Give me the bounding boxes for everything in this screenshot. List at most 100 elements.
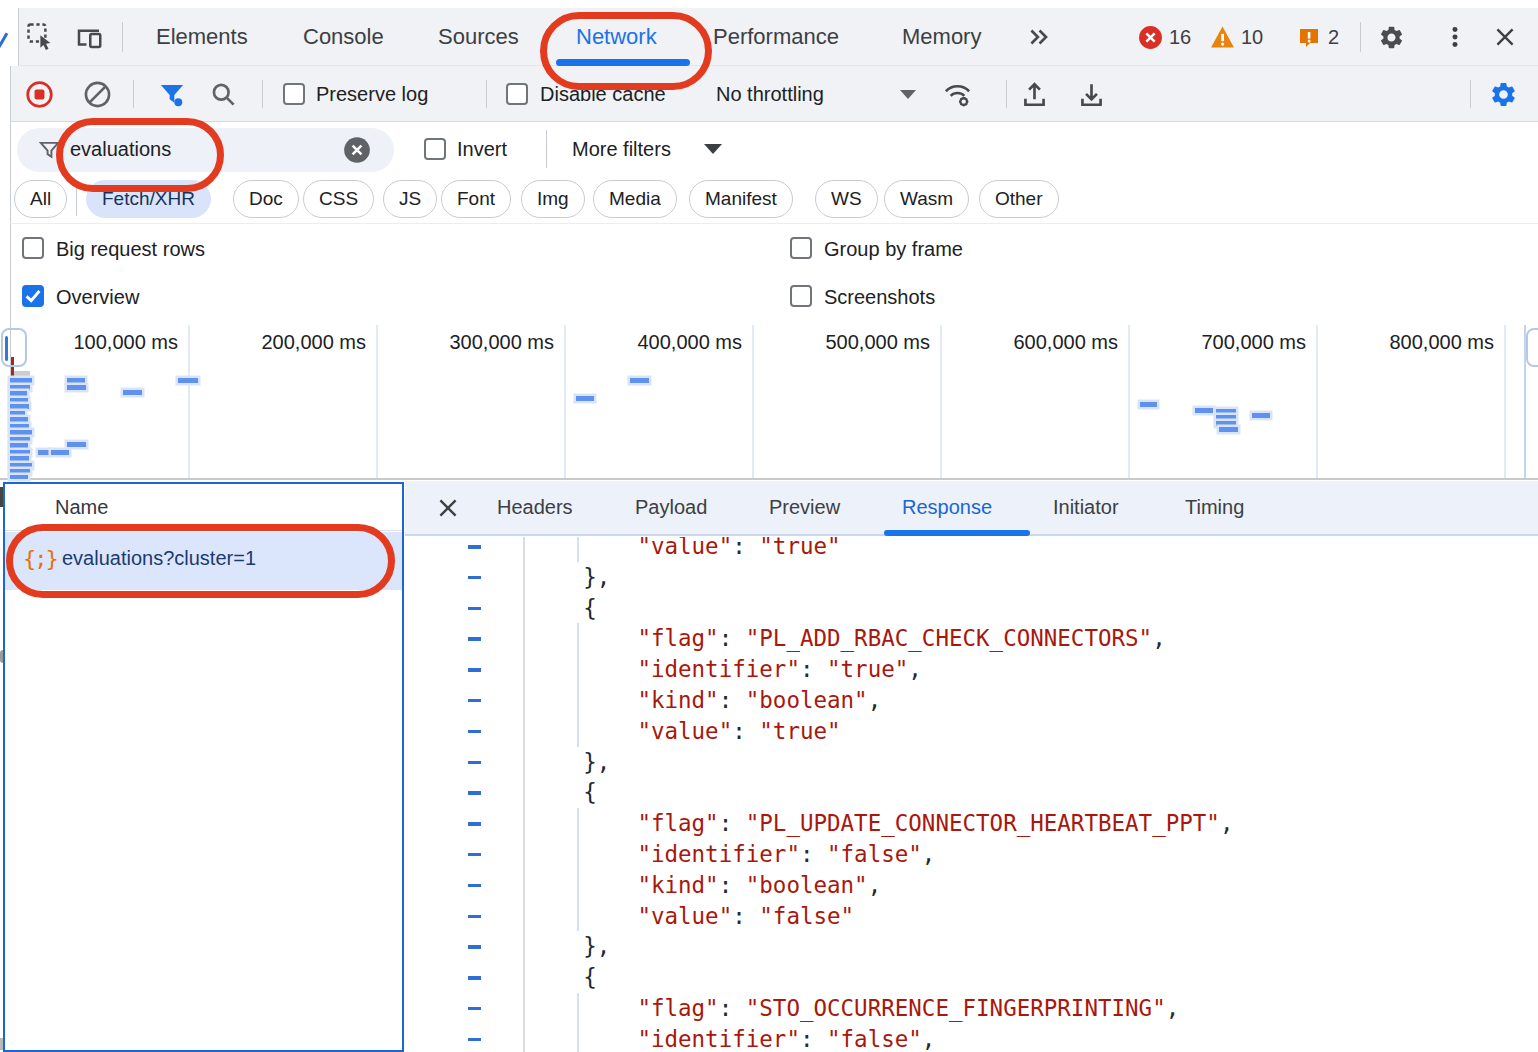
more-filters-button[interactable]: More filters: [572, 138, 671, 161]
warning-badge-icon[interactable]: [1210, 25, 1235, 50]
chip-js[interactable]: JS: [383, 180, 437, 218]
timeline-bar: [10, 385, 30, 390]
timeline-bar: [1140, 402, 1157, 407]
screenshots-checkbox[interactable]: [790, 285, 812, 307]
clear-network-log-icon[interactable]: [84, 81, 111, 108]
timeline-bar: [10, 463, 32, 468]
fold-marker-icon[interactable]: [468, 607, 481, 611]
tab-timing[interactable]: Timing: [1185, 481, 1244, 534]
chip-font[interactable]: Font: [441, 180, 511, 218]
device-toolbar-icon[interactable]: [74, 22, 104, 52]
fold-marker-icon[interactable]: [468, 915, 481, 919]
fold-marker-icon[interactable]: [468, 637, 481, 641]
fold-marker-icon[interactable]: [468, 945, 481, 949]
chip-doc[interactable]: Doc: [233, 180, 299, 218]
tab-console[interactable]: Console: [303, 8, 384, 66]
timeline-bar: [38, 450, 50, 455]
timeline-bar: [10, 411, 25, 416]
issues-badge-icon[interactable]: [1297, 26, 1321, 50]
network-settings-gear-icon[interactable]: [1489, 80, 1518, 109]
timeline-bar: [1216, 415, 1236, 420]
fold-marker-icon[interactable]: [468, 1007, 481, 1011]
fold-marker-icon[interactable]: [468, 1038, 481, 1042]
timeline-bar: [1252, 413, 1270, 418]
network-overview-timeline[interactable]: 100,000 ms200,000 ms300,000 ms400,000 ms…: [0, 325, 1538, 480]
timeline-label: 600,000 ms: [948, 331, 1118, 354]
chip-img[interactable]: Img: [521, 180, 585, 218]
settings-gear-icon[interactable]: [1378, 24, 1405, 51]
fold-marker-icon[interactable]: [468, 884, 481, 888]
search-icon[interactable]: [210, 81, 237, 108]
throttling-select[interactable]: No throttling: [716, 83, 824, 106]
tab-performance[interactable]: Performance: [713, 8, 839, 66]
chip-wasm[interactable]: Wasm: [884, 180, 969, 218]
filter-icon[interactable]: [158, 81, 186, 109]
chip-other[interactable]: Other: [979, 180, 1059, 218]
chip-css[interactable]: CSS: [303, 180, 374, 218]
clear-filter-icon[interactable]: [343, 136, 371, 164]
tab-memory[interactable]: Memory: [902, 8, 981, 66]
fold-marker-icon[interactable]: [468, 822, 481, 826]
fold-marker-icon[interactable]: [468, 976, 481, 980]
fold-marker-icon[interactable]: [468, 761, 481, 765]
chip-all[interactable]: All: [14, 180, 67, 218]
chip-manifest[interactable]: Manifest: [689, 180, 793, 218]
timeline-bar: [178, 378, 198, 383]
export-har-icon[interactable]: [1077, 80, 1106, 109]
error-badge-icon[interactable]: [1138, 25, 1163, 50]
record-network-log-icon[interactable]: [26, 81, 53, 108]
timeline-label: 700,000 ms: [1136, 331, 1306, 354]
network-conditions-icon[interactable]: [942, 79, 973, 110]
fold-marker-icon[interactable]: [468, 853, 481, 857]
tab-payload[interactable]: Payload: [635, 481, 707, 534]
disable-cache-checkbox[interactable]: [506, 83, 528, 105]
more-tabs-icon[interactable]: [1026, 24, 1052, 50]
group-by-frame-checkbox[interactable]: [790, 237, 812, 259]
timeline-label: 200,000 ms: [196, 331, 366, 354]
fold-marker-icon[interactable]: [468, 699, 481, 703]
timeline-bar: [10, 378, 32, 383]
timeline-bar: [10, 475, 28, 479]
inspect-element-icon[interactable]: [26, 22, 56, 52]
throttling-dropdown-arrow-icon[interactable]: [900, 90, 916, 99]
timeline-bar: [10, 469, 30, 474]
overview-checkbox[interactable]: [22, 285, 44, 307]
timeline-bar: [10, 398, 28, 403]
import-har-icon[interactable]: [1020, 80, 1049, 109]
timeline-bar: [10, 424, 29, 429]
tab-initiator[interactable]: Initiator: [1053, 481, 1119, 534]
kebab-menu-icon[interactable]: [1442, 24, 1468, 50]
fold-marker-icon[interactable]: [468, 730, 481, 734]
overview-right-handle[interactable]: [1526, 328, 1538, 367]
invert-checkbox[interactable]: [424, 138, 446, 160]
close-devtools-icon[interactable]: [1492, 24, 1518, 50]
response-body[interactable]: "value": "true" }, { "flag": "PL_ADD_RBA…: [405, 537, 1538, 1052]
timeline-bar: [10, 391, 27, 396]
timeline-bar: [1216, 421, 1236, 426]
chip-media[interactable]: Media: [593, 180, 677, 218]
tab-preview[interactable]: Preview: [769, 481, 840, 534]
timeline-bar: [1216, 409, 1236, 414]
section-divider: [10, 223, 1538, 224]
big-request-rows-checkbox[interactable]: [22, 237, 44, 259]
tab-elements[interactable]: Elements: [156, 8, 248, 66]
timeline-bar: [10, 404, 29, 409]
timeline-bar: [123, 390, 142, 395]
fold-marker-icon[interactable]: [468, 668, 481, 672]
preserve-log-checkbox[interactable]: [283, 83, 305, 105]
timeline-bar: [67, 385, 86, 390]
tab-response[interactable]: Response: [902, 481, 992, 534]
tab-sources[interactable]: Sources: [438, 8, 519, 66]
chip-ws[interactable]: WS: [815, 180, 878, 218]
close-detail-icon[interactable]: [435, 495, 461, 521]
fold-marker-icon[interactable]: [468, 791, 481, 795]
fold-marker-icon[interactable]: [468, 576, 481, 580]
fold-marker-icon[interactable]: [468, 545, 481, 549]
error-count: 16: [1169, 8, 1191, 66]
annotation-oval-network-tab: [540, 12, 712, 90]
timeline-bar: [1219, 427, 1238, 432]
timeline-bar: [10, 456, 29, 461]
overview-label: Overview: [56, 286, 139, 309]
tab-headers[interactable]: Headers: [497, 481, 573, 534]
invert-label: Invert: [457, 138, 507, 161]
